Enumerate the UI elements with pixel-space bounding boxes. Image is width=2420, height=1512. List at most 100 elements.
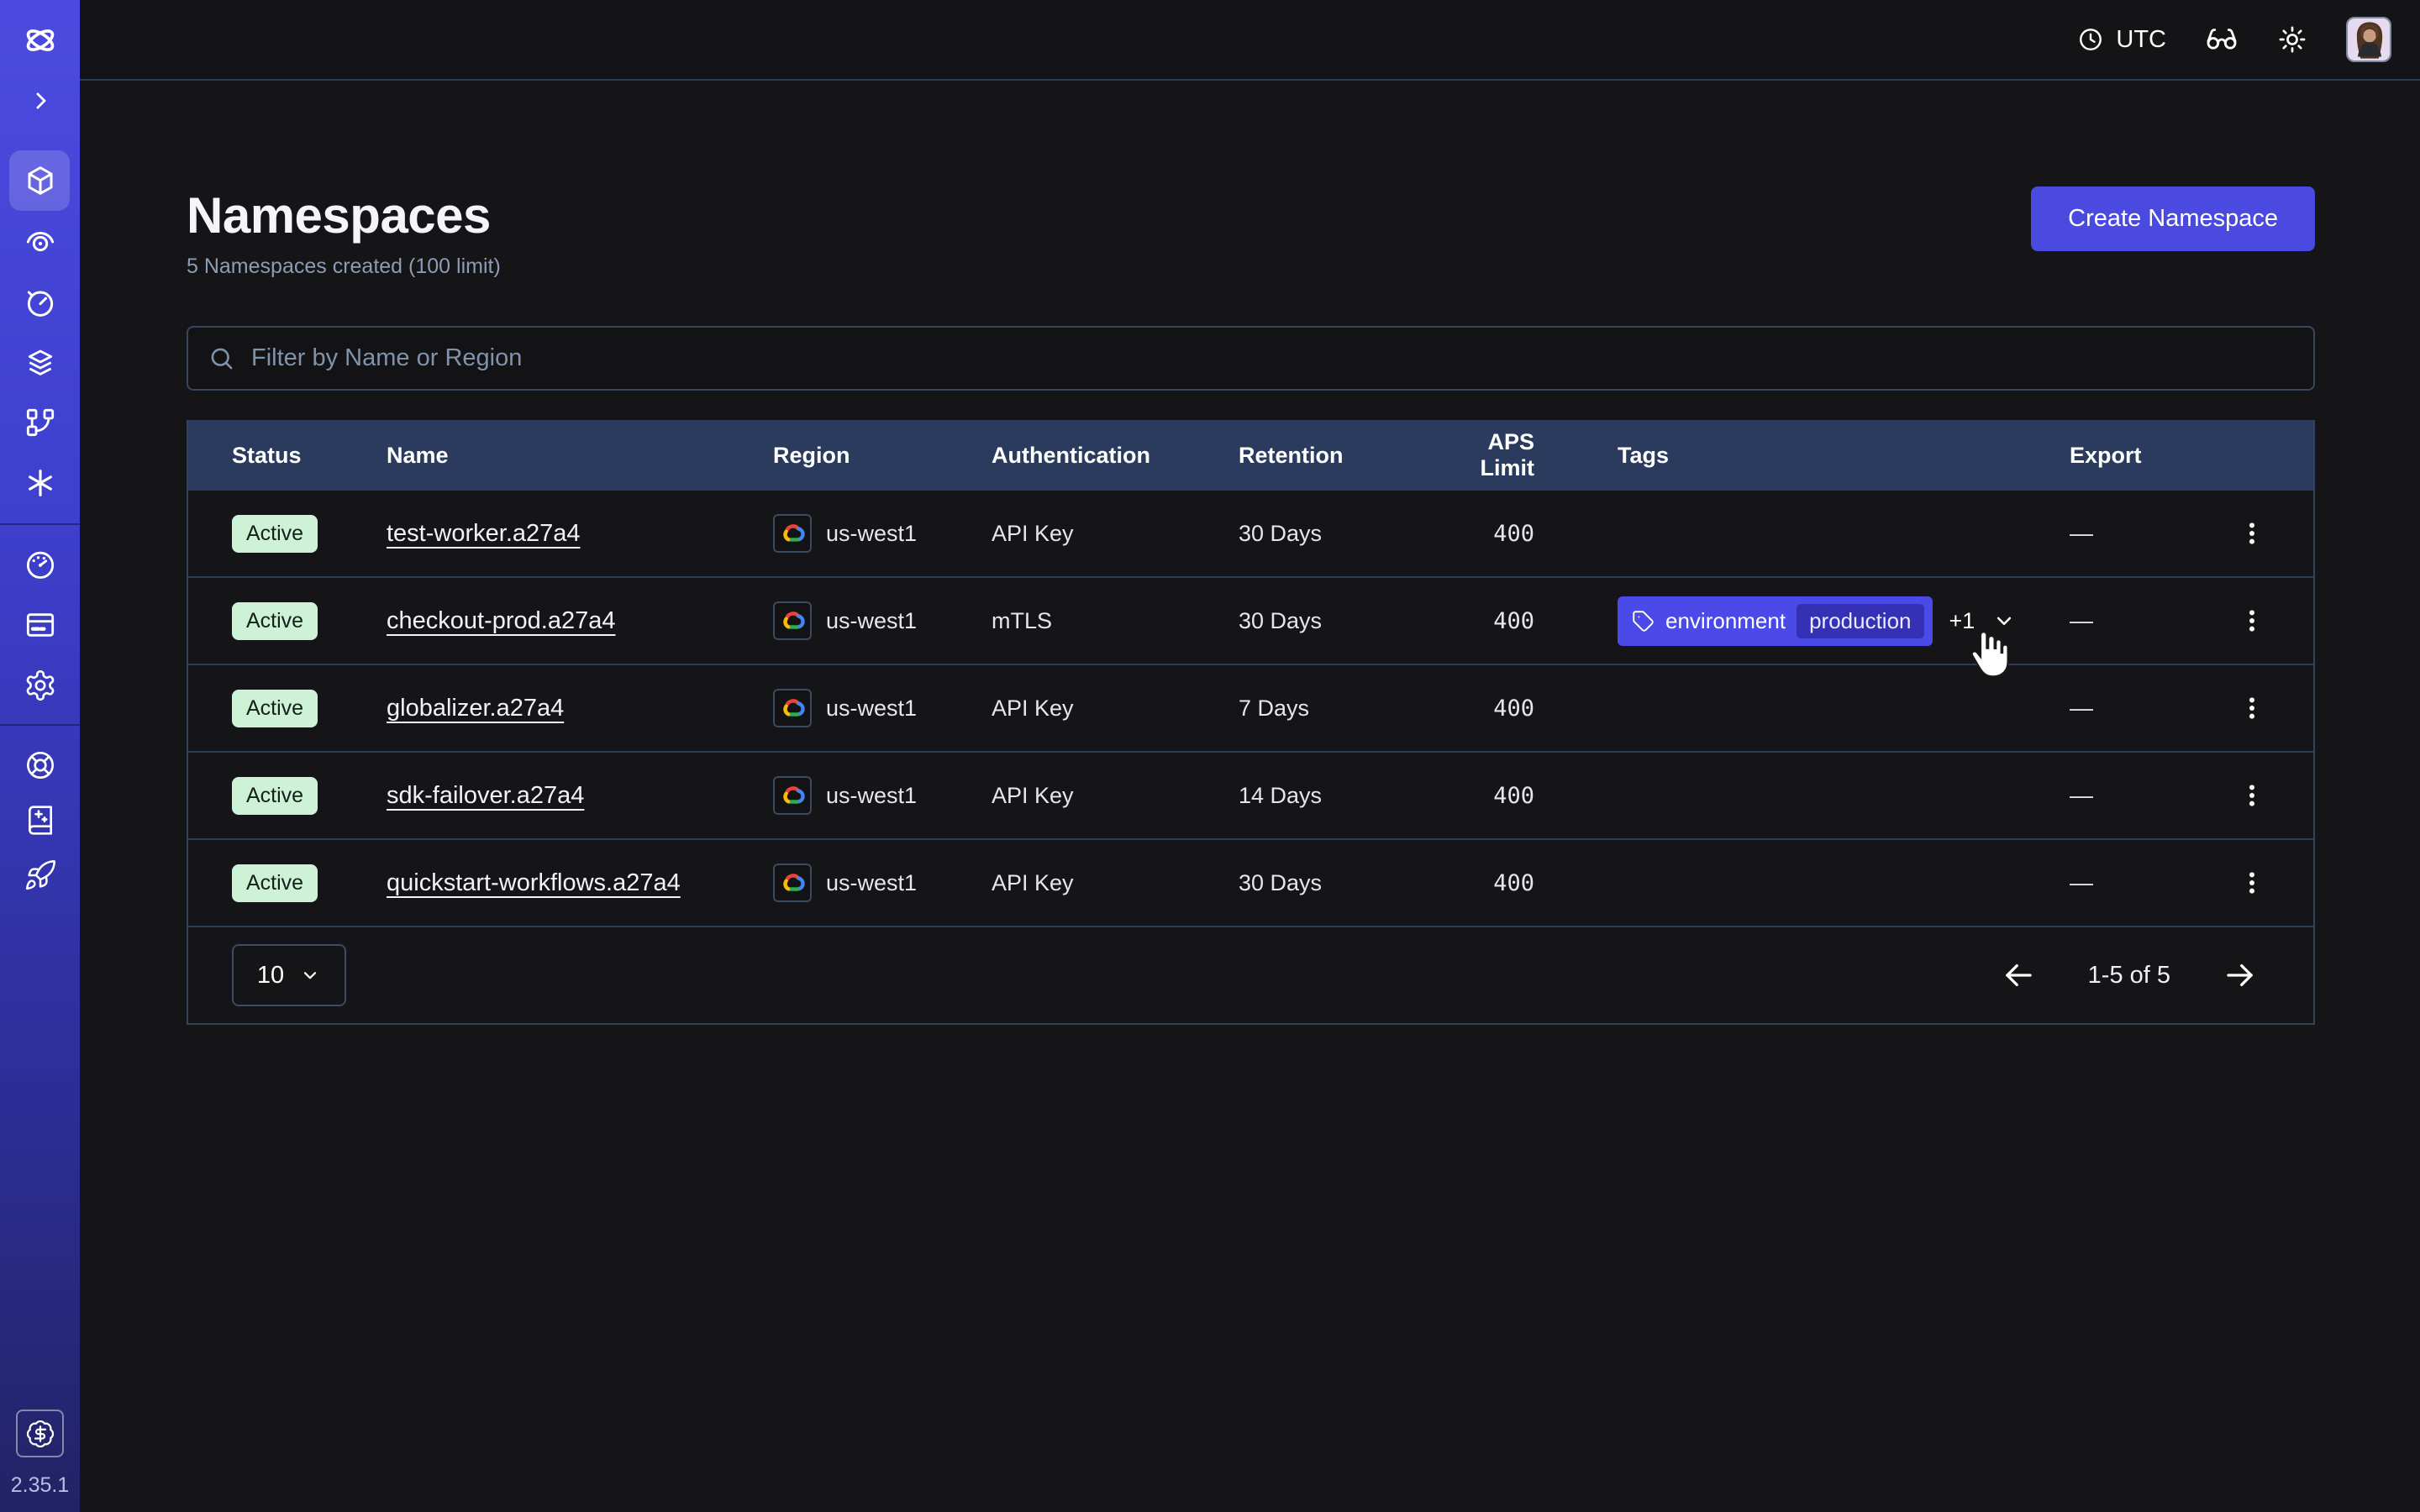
- namespace-link[interactable]: checkout-prod.a27a4: [387, 607, 615, 635]
- tag-chip[interactable]: environment production: [1618, 596, 1933, 646]
- authentication-cell: mTLS: [992, 608, 1239, 634]
- namespace-link[interactable]: quickstart-workflows.a27a4: [387, 869, 681, 897]
- authentication-cell: API Key: [992, 696, 1239, 722]
- sidebar-divider: [0, 523, 80, 525]
- status-cell: Active: [232, 602, 387, 640]
- status-badge: Active: [232, 777, 318, 815]
- timezone-selector[interactable]: UTC: [2077, 26, 2166, 54]
- region-label: us-west1: [826, 783, 917, 809]
- status-badge: Active: [232, 602, 318, 640]
- export-cell: —: [2070, 865, 2313, 900]
- sidebar-item-usage[interactable]: [0, 534, 80, 595]
- branch-icon: [24, 406, 57, 439]
- sidebar-item-getting-started[interactable]: [0, 845, 80, 906]
- export-cell: —: [2070, 603, 2313, 638]
- export-cell: —: [2070, 778, 2313, 813]
- table-row: Active sdk-failover.a27a4 us-west1 API K…: [188, 753, 2313, 840]
- gcp-cloud-icon: [773, 864, 812, 902]
- aps-limit-cell: 400: [1430, 783, 1618, 809]
- region-cell: us-west1: [773, 514, 992, 553]
- col-name: Name: [387, 443, 773, 469]
- theme-toggle-button[interactable]: [2277, 24, 2307, 55]
- col-aps-limit: APS Limit: [1430, 429, 1618, 481]
- region-cell: us-west1: [773, 864, 992, 902]
- export-cell: —: [2070, 690, 2313, 726]
- rocket-icon: [24, 858, 57, 892]
- gcp-cloud-icon: [773, 514, 812, 553]
- sidebar-item-docs[interactable]: [0, 790, 80, 850]
- table-body: Active test-worker.a27a4 us-west1 API Ke…: [188, 491, 2313, 927]
- export-value: —: [2070, 869, 2093, 896]
- col-export: Export: [2070, 443, 2313, 469]
- region-cell: us-west1: [773, 689, 992, 727]
- sidebar-item-nexus[interactable]: [0, 453, 80, 513]
- next-page-button[interactable]: [2223, 958, 2258, 993]
- export-value: —: [2070, 607, 2093, 634]
- asterisk-icon: [24, 466, 57, 500]
- sidebar-item-namespaces[interactable]: [0, 150, 80, 211]
- page-title: Namespaces: [187, 186, 501, 244]
- sidebar-divider: [0, 724, 80, 726]
- namespace-link[interactable]: sdk-failover.a27a4: [387, 782, 584, 810]
- region-label: us-west1: [826, 608, 917, 634]
- sidebar-item-settings[interactable]: [0, 655, 80, 716]
- name-cell: quickstart-workflows.a27a4: [387, 869, 773, 897]
- export-cell: —: [2070, 516, 2313, 551]
- export-value: —: [2070, 695, 2093, 722]
- sidebar-item-insights[interactable]: [0, 211, 80, 271]
- gauge-icon: [24, 548, 57, 581]
- retention-cell: 30 Days: [1239, 608, 1430, 634]
- region-cell: us-west1: [773, 776, 992, 815]
- sidebar-item-billing[interactable]: [0, 595, 80, 655]
- sidebar-item-workflows[interactable]: [0, 392, 80, 453]
- col-tags: Tags: [1618, 443, 2070, 469]
- page-size-select[interactable]: 10: [232, 944, 346, 1006]
- namespace-link[interactable]: globalizer.a27a4: [387, 695, 564, 722]
- sidebar-item-schedules[interactable]: [0, 272, 80, 333]
- glasses-icon: [2205, 23, 2238, 56]
- billing-card-icon: [24, 608, 57, 642]
- kebab-menu-button[interactable]: [2234, 516, 2270, 551]
- badge-dollar-icon: [25, 1419, 55, 1449]
- filter-field[interactable]: [187, 326, 2315, 391]
- name-cell: sdk-failover.a27a4: [387, 782, 773, 810]
- kebab-icon: [2238, 606, 2266, 635]
- clock-icon: [2077, 26, 2104, 53]
- user-avatar[interactable]: [2346, 17, 2391, 62]
- temporal-logo-icon[interactable]: [0, 10, 80, 71]
- sidebar-item-support[interactable]: [0, 735, 80, 795]
- previous-page-button[interactable]: [2001, 958, 2036, 993]
- pagination-range: 1-5 of 5: [2088, 962, 2170, 990]
- aps-limit-cell: 400: [1430, 696, 1618, 722]
- sidebar-collapse-chevron-icon[interactable]: [0, 71, 80, 131]
- pagination-bar: 10 1-5 of 5: [188, 927, 2313, 1023]
- kebab-icon: [2238, 694, 2266, 722]
- arrow-left-icon: [2001, 958, 2036, 993]
- authentication-cell: API Key: [992, 783, 1239, 809]
- labs-glasses-button[interactable]: [2205, 23, 2238, 56]
- chevron-down-icon[interactable]: [1991, 608, 2017, 633]
- table-row: Active quickstart-workflows.a27a4 us-wes…: [188, 840, 2313, 927]
- name-cell: checkout-prod.a27a4: [387, 607, 773, 635]
- namespace-link[interactable]: test-worker.a27a4: [387, 520, 581, 548]
- namespaces-table: Status Name Region Authentication Retent…: [187, 420, 2315, 1025]
- kebab-menu-button[interactable]: [2234, 778, 2270, 813]
- main-content: Namespaces 5 Namespaces created (100 lim…: [80, 82, 2420, 1512]
- aps-limit-cell: 400: [1430, 521, 1618, 547]
- filter-input[interactable]: [250, 344, 2293, 373]
- pricing-button[interactable]: [16, 1410, 64, 1457]
- layers-icon: [24, 346, 57, 380]
- retention-cell: 7 Days: [1239, 696, 1430, 722]
- col-retention: Retention: [1239, 443, 1430, 469]
- timezone-label: UTC: [2116, 26, 2166, 54]
- top-bar: UTC: [80, 0, 2420, 81]
- col-region: Region: [773, 443, 992, 469]
- kebab-menu-button[interactable]: [2234, 865, 2270, 900]
- kebab-menu-button[interactable]: [2234, 690, 2270, 726]
- sidebar-item-deployments[interactable]: [0, 333, 80, 393]
- tag-key: environment: [1665, 608, 1786, 634]
- kebab-menu-button[interactable]: [2234, 603, 2270, 638]
- region-label: us-west1: [826, 870, 917, 896]
- region-label: us-west1: [826, 521, 917, 547]
- create-namespace-button[interactable]: Create Namespace: [2031, 186, 2315, 251]
